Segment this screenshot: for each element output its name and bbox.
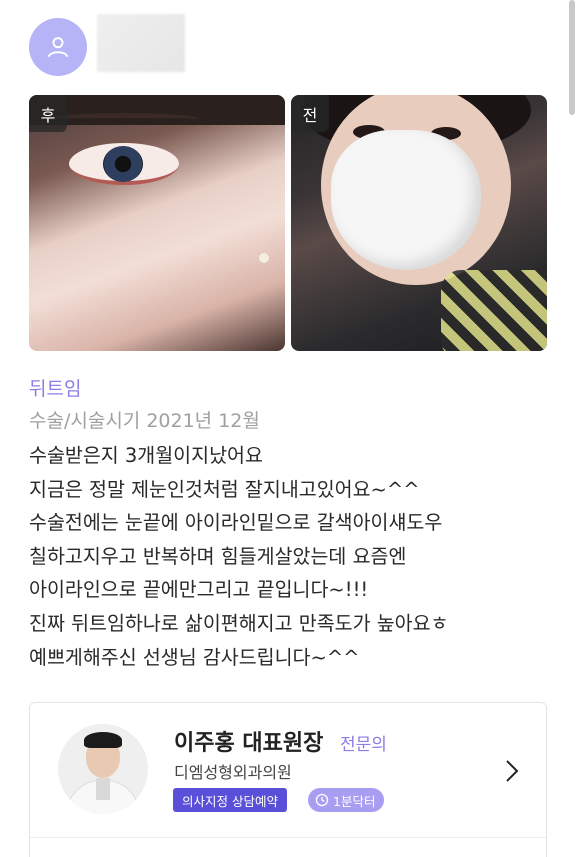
doctor-photo (58, 724, 148, 814)
review-line: 진짜 뒤트임하나로 삶이편해지고 만족도가 높아요ㅎ (29, 611, 449, 635)
surgery-date: 수술/시술시기 2021년 12월 (29, 410, 260, 432)
review-line: 수술받은지 3개월이지났어요 (29, 444, 263, 467)
specialist-label: 전문의 (340, 735, 387, 755)
scrollbar-thumb[interactable] (569, 0, 575, 115)
scarf-shape (441, 270, 547, 351)
before-tag: 전 (291, 95, 329, 132)
after-tag: 후 (29, 95, 67, 132)
chevron-right-icon (506, 760, 519, 782)
one-minute-doctor-label: 1분닥터 (333, 793, 376, 809)
doctor-hair-shape (84, 732, 122, 748)
face-mask-shape (331, 130, 481, 270)
review-line: 예쁘게해주신 선생님 감사드립니다~^^ (29, 645, 360, 669)
clinic-name: 디엠성형외과의원 (174, 763, 292, 782)
user-icon (47, 37, 69, 58)
review-body: 수술받은지 3개월이지났어요 지금은 정말 제눈인것처럼 잘지내고있어요~^^ … (29, 439, 559, 674)
username-blurred (97, 14, 185, 72)
after-photo[interactable]: 후 (29, 95, 285, 351)
review-line: 아이라인으로 끝에만그리고 끝입니다~!!! (29, 578, 369, 602)
iris-shape (103, 146, 143, 182)
clock-icon (315, 793, 329, 807)
avatar[interactable] (29, 18, 87, 76)
doctor-name: 이주홍 대표원장 (174, 731, 324, 756)
procedure-category[interactable]: 뒤트임 (29, 374, 81, 401)
eyebrow-shape (49, 113, 199, 125)
designated-consult-label: 의사지정 상담예약 (182, 793, 278, 809)
one-minute-doctor-badge[interactable]: 1분닥터 (308, 788, 385, 812)
earring-shape (259, 253, 269, 263)
before-photo[interactable]: 전 (291, 95, 547, 351)
review-line: 수술전에는 눈끝에 아이라인밑으로 갈색아이섀도우 (29, 511, 443, 535)
eye-shape (69, 143, 179, 185)
doctor-card-link[interactable] (500, 755, 524, 787)
doctor-collar-shape (96, 778, 110, 800)
card-divider (30, 837, 546, 838)
review-line: 지금은 정말 제눈인것처럼 잘지내고있어요~^^ (29, 477, 420, 501)
scrollbar[interactable] (568, 0, 576, 130)
review-line: 칠하고지우고 반복하며 힘들게살았는데 요즘엔 (29, 544, 407, 568)
doctor-card[interactable]: 이주홍 대표원장 전문의 디엠성형외과의원 의사지정 상담예약 1분닥터 (29, 702, 547, 857)
designated-consult-badge[interactable]: 의사지정 상담예약 (173, 788, 287, 812)
